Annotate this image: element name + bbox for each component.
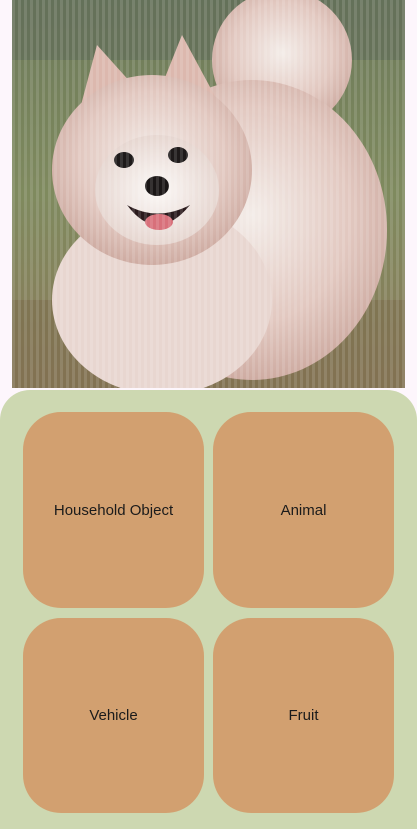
choice-button-fruit[interactable]: Fruit [213,618,394,813]
choice-button-animal[interactable]: Animal [213,412,394,608]
quiz-image [12,0,405,388]
choice-button-vehicle[interactable]: Vehicle [23,618,204,813]
choice-button-household-object[interactable]: Household Object [23,412,204,608]
choice-label: Vehicle [89,707,138,724]
dog-photo-icon [12,0,405,388]
choice-label: Animal [280,501,327,519]
choice-label: Fruit [288,707,319,724]
choice-label: Household Object [53,501,174,519]
